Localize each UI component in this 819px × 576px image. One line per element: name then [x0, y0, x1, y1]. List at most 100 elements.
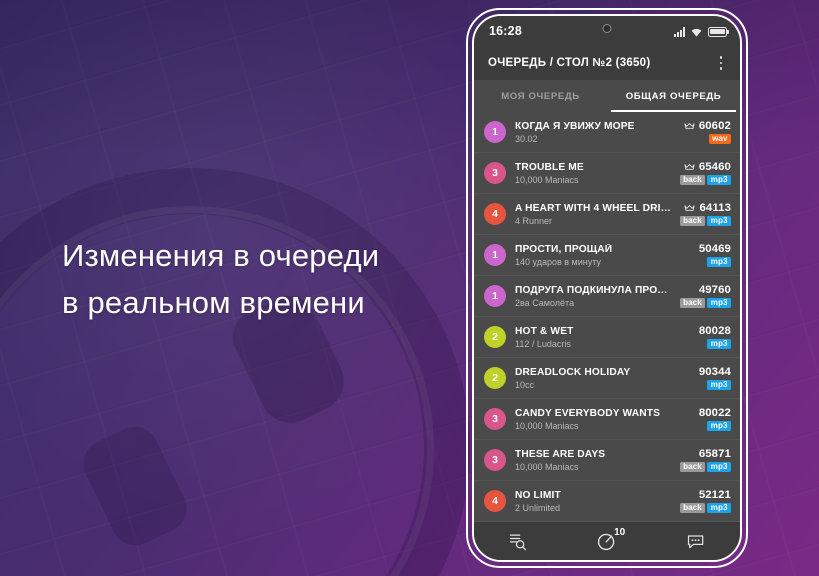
queue-song-number-line: 49760	[699, 284, 731, 296]
queue-song-artist: 10,000 Maniacs	[515, 174, 579, 185]
queue-row[interactable]: 2 HOT & WET 112 / Ludacris 80028 mp3	[474, 317, 740, 358]
queue-rank-avatar: 4	[484, 490, 506, 512]
queue-row[interactable]: 1 КОГДА Я УВИЖУ МОРЕ 30.02 60602 wav	[474, 112, 740, 153]
queue-song-artist: 10,000 Maniacs	[515, 461, 579, 472]
signal-bars-icon	[674, 26, 685, 37]
badge-mp3: mp3	[707, 338, 731, 350]
kebab-menu-icon[interactable]	[713, 53, 729, 73]
queue-badges: back mp3	[679, 297, 731, 309]
badge-mp3: mp3	[707, 420, 731, 432]
queue-badges: back mp3	[679, 215, 731, 227]
queue-row[interactable]: 1 ПРОСТИ, ПРОЩАЙ 140 ударов в минуту 50469 m…	[474, 235, 740, 276]
queue-song-artist: 2 Unlimited	[515, 502, 561, 513]
queue-song-title: ПОДРУГА ПОДКИНУЛА ПРОБЛЕМ	[515, 284, 674, 296]
badge-mp3: mp3	[707, 461, 731, 473]
queue-song-number-line: 52121	[699, 489, 731, 501]
queue-badges: mp3	[707, 256, 731, 268]
queue-badges: back mp3	[679, 461, 731, 473]
queue-song-title: КОГДА Я УВИЖУ МОРЕ	[515, 120, 635, 132]
badge-mp3: mp3	[707, 174, 731, 186]
queue-row[interactable]: 4 NO LIMIT 2 Unlimited 52121 back mp3	[474, 481, 740, 522]
crown-icon	[684, 122, 695, 129]
badge-mp3: mp3	[707, 215, 731, 227]
queue-row-meta: 80028 mp3	[699, 325, 731, 350]
queue-song-title: HOT & WET	[515, 325, 574, 337]
status-clock: 16:28	[489, 24, 522, 38]
queue-badges: wav	[708, 133, 731, 145]
queue-song-artist: 140 ударов в минуту	[515, 256, 601, 267]
crown-icon	[684, 163, 695, 170]
queue-song-artist: 112 / Ludacris	[515, 338, 571, 349]
queue-song-number: 52121	[698, 488, 731, 501]
nav-timer-badge: 10	[614, 527, 626, 538]
queue-song-title: NO LIMIT	[515, 489, 561, 501]
queue-rank-avatar: 3	[484, 408, 506, 430]
nav-search-list[interactable]	[474, 522, 563, 560]
queue-row-meta: 60602 wav	[684, 120, 731, 145]
badge-mp3: mp3	[707, 256, 731, 268]
nav-timer[interactable]: 10	[563, 522, 652, 560]
queue-row-meta: 50469 mp3	[699, 243, 731, 268]
queue-badges: mp3	[707, 379, 731, 391]
queue-song-number-line: 65871	[699, 448, 731, 460]
status-icons	[674, 26, 730, 37]
queue-row[interactable]: 1 ПОДРУГА ПОДКИНУЛА ПРОБЛЕМ 2ва Самолёта 49…	[474, 276, 740, 317]
badge-mp3: mp3	[707, 379, 731, 391]
queue-badges: mp3	[707, 338, 731, 350]
queue-row-text: КОГДА Я УВИЖУ МОРЕ 30.02	[515, 121, 678, 144]
queue-song-number: 64113	[699, 201, 731, 214]
queue-rank-avatar: 1	[484, 285, 506, 307]
queue-song-title: ПРОСТИ, ПРОЩАЙ	[515, 243, 613, 255]
bottom-nav: 10	[474, 522, 740, 560]
queue-badges: back mp3	[679, 502, 731, 514]
queue-song-number-line: 65460	[684, 161, 731, 173]
status-bar: 16:28	[474, 16, 740, 46]
queue-song-number-line: 80028	[699, 325, 731, 337]
badge-back: back	[679, 461, 706, 473]
queue-song-number-line: 60602	[684, 120, 731, 132]
queue-rank-avatar: 1	[484, 121, 506, 143]
nav-chat[interactable]	[651, 522, 740, 560]
queue-song-number-line: 90344	[699, 366, 731, 378]
app-bar: ОЧЕРЕДЬ / СТОЛ №2 (3650)	[474, 46, 740, 80]
queue-row-text: TROUBLE ME 10,000 Maniacs	[515, 162, 674, 185]
battery-icon	[708, 26, 730, 37]
badge-back: back	[679, 215, 706, 227]
queue-song-number: 50469	[698, 242, 731, 255]
queue-song-title: THESE ARE DAYS	[515, 448, 606, 460]
queue-row-text: HOT & WET 112 / Ludacris	[515, 326, 693, 349]
queue-row-text: A HEART WITH 4 WHEEL DRIVE 4 Runner	[515, 203, 674, 226]
queue-row[interactable]: 4A HEART WITH 4 WHEEL DRIVE 4 Runner 64113…	[474, 194, 740, 235]
badge-back: back	[679, 174, 706, 186]
queue-song-artist: 2ва Самолёта	[515, 297, 575, 308]
queue-row[interactable]: 2 DREADLOCK HOLIDAY 10cc 90344 mp3	[474, 358, 740, 399]
queue-song-number: 65460	[698, 160, 731, 173]
app-bar-title: ОЧЕРЕДЬ / СТОЛ №2 (3650)	[488, 57, 651, 69]
queue-row-meta: 80022 mp3	[699, 407, 731, 432]
queue-row-meta: 65871 back mp3	[679, 448, 731, 473]
queue-song-number-line: 80022	[699, 407, 731, 419]
badge-back: back	[679, 502, 706, 514]
queue-row-meta: 49760 back mp3	[679, 284, 731, 309]
tab-common-queue[interactable]: ОБЩАЯ ОЧЕРЕДЬ	[607, 80, 740, 112]
promo-screenshot: Изменения в очереди в реальном времени 1…	[0, 0, 819, 576]
queue-song-artist: 4 Runner	[515, 215, 553, 226]
crown-icon	[684, 204, 695, 211]
queue-song-number-line: 64113	[684, 202, 731, 214]
queue-row[interactable]: 3 CANDY EVERYBODY WANTS 10,000 Maniacs 8002…	[474, 399, 740, 440]
queue-rank-avatar: 3	[484, 449, 506, 471]
tab-my-queue[interactable]: МОЯ ОЧЕРЕДЬ	[474, 80, 607, 112]
queue-row-text: DREADLOCK HOLIDAY 10cc	[515, 367, 693, 390]
queue-badges: back mp3	[679, 174, 731, 186]
queue-song-number: 80028	[698, 324, 731, 337]
badge-back: back	[679, 297, 706, 309]
queue-song-title: CANDY EVERYBODY WANTS	[515, 407, 661, 419]
queue-song-number: 60602	[698, 119, 731, 132]
queue-row[interactable]: 3 TROUBLE ME 10,000 Maniacs 65460 back mp3	[474, 153, 740, 194]
queue-row[interactable]: 3 THESE ARE DAYS 10,000 Maniacs 65871 back mp…	[474, 440, 740, 481]
queue-row-meta: 90344 mp3	[699, 366, 731, 391]
queue-row-text: NO LIMIT 2 Unlimited	[515, 490, 674, 513]
chat-bubble-icon	[687, 535, 703, 549]
queue-row-meta: 52121 back mp3	[679, 489, 731, 514]
queue-list[interactable]: 1 КОГДА Я УВИЖУ МОРЕ 30.02 60602 wav 3 TROUBLE…	[474, 112, 740, 522]
